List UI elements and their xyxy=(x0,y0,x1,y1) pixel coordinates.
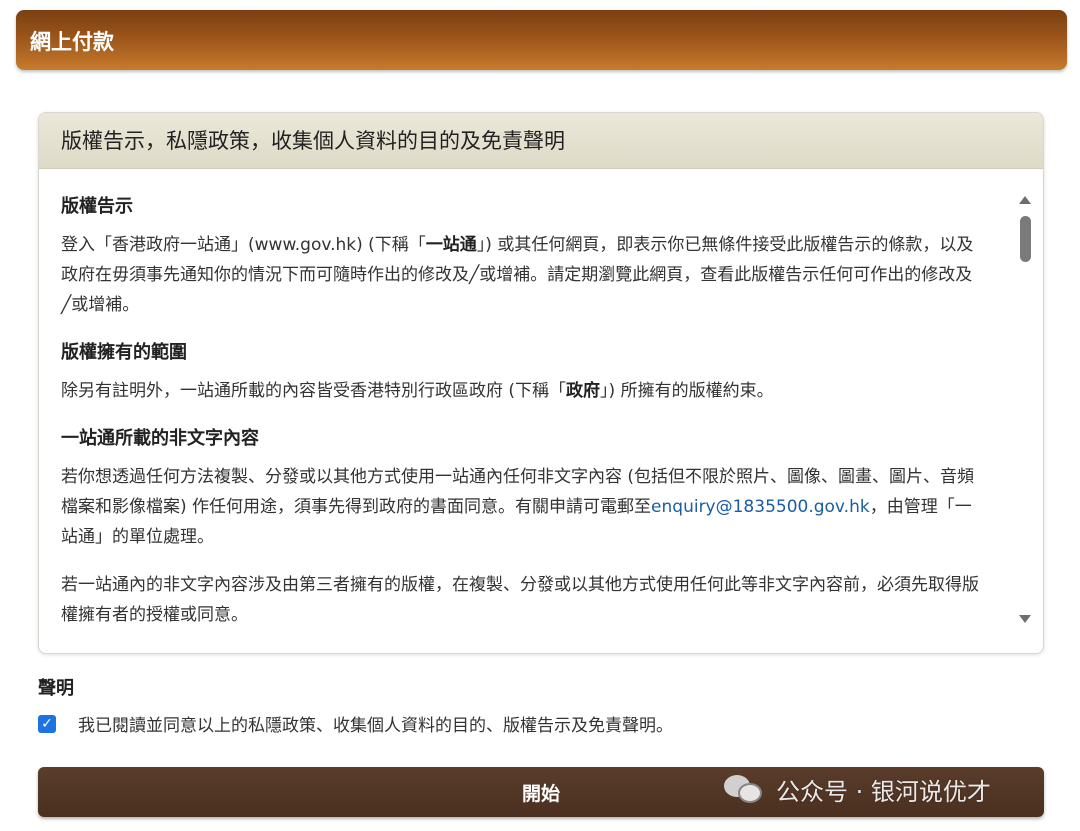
watermark: 公众号 · 银河说优才 xyxy=(724,768,991,810)
agree-checkbox-label[interactable]: 我已閱讀並同意以上的私隱政策、收集個人資料的目的、版權告示及免責聲明。 xyxy=(78,711,673,736)
agree-checkbox[interactable]: ✓ xyxy=(38,714,56,733)
scroll-up-icon[interactable] xyxy=(1019,196,1031,204)
watermark-text: 公众号 · 银河说优才 xyxy=(776,777,991,806)
section-title-non-text: 一站通所載的非文字內容 xyxy=(61,428,259,449)
section-text-non-text: 若你想透過任何方法複製、分發或以其他方式使用一站通內任何非文字內容 (包括但不限… xyxy=(61,467,975,547)
check-icon: ✓ xyxy=(41,715,53,732)
enquiry-email-link[interactable]: enquiry@1835500.gov.hk xyxy=(651,497,870,517)
terms-panel: 版權告示，私隱政策，收集個人資料的目的及免責聲明 版權告示 登入「香港政府一站通… xyxy=(38,112,1044,654)
start-button-label: 開始 xyxy=(521,782,560,805)
section-text-copyright: 登入「香港政府一站通」(www.gov.hk) (下稱「一站通」) 或其任何網頁… xyxy=(61,235,974,315)
section-text-third-party: 若一站通內的非文字內容涉及由第三者擁有的版權，在複製、分發或以其他方式使用任何此… xyxy=(61,575,979,625)
scrollbar-thumb[interactable] xyxy=(1020,216,1031,262)
page-header: 網上付款 xyxy=(16,10,1067,70)
terms-panel-title: 版權告示，私隱政策，收集個人資料的目的及免責聲明 xyxy=(61,129,565,153)
terms-scroll-area[interactable]: 版權告示 登入「香港政府一站通」(www.gov.hk) (下稱「一站通」) 或… xyxy=(39,170,1043,653)
section-title-scope: 版權擁有的範圍 xyxy=(61,342,187,363)
agree-row[interactable]: ✓ 我已閱讀並同意以上的私隱政策、收集個人資料的目的、版權告示及免責聲明。 xyxy=(38,711,673,736)
section-title-copyright: 版權告示 xyxy=(61,196,133,217)
page-title: 網上付款 xyxy=(30,30,114,54)
scroll-down-icon[interactable] xyxy=(1019,615,1031,623)
section-text-scope: 除另有註明外，一站通所載的內容皆受香港特別行政區政府 (下稱「政府」) 所擁有的… xyxy=(61,381,774,401)
vertical-scrollbar[interactable] xyxy=(1009,170,1043,653)
terms-panel-header: 版權告示，私隱政策，收集個人資料的目的及免責聲明 xyxy=(39,113,1043,169)
declaration-label: 聲明 xyxy=(38,678,74,699)
wechat-icon xyxy=(724,773,764,805)
